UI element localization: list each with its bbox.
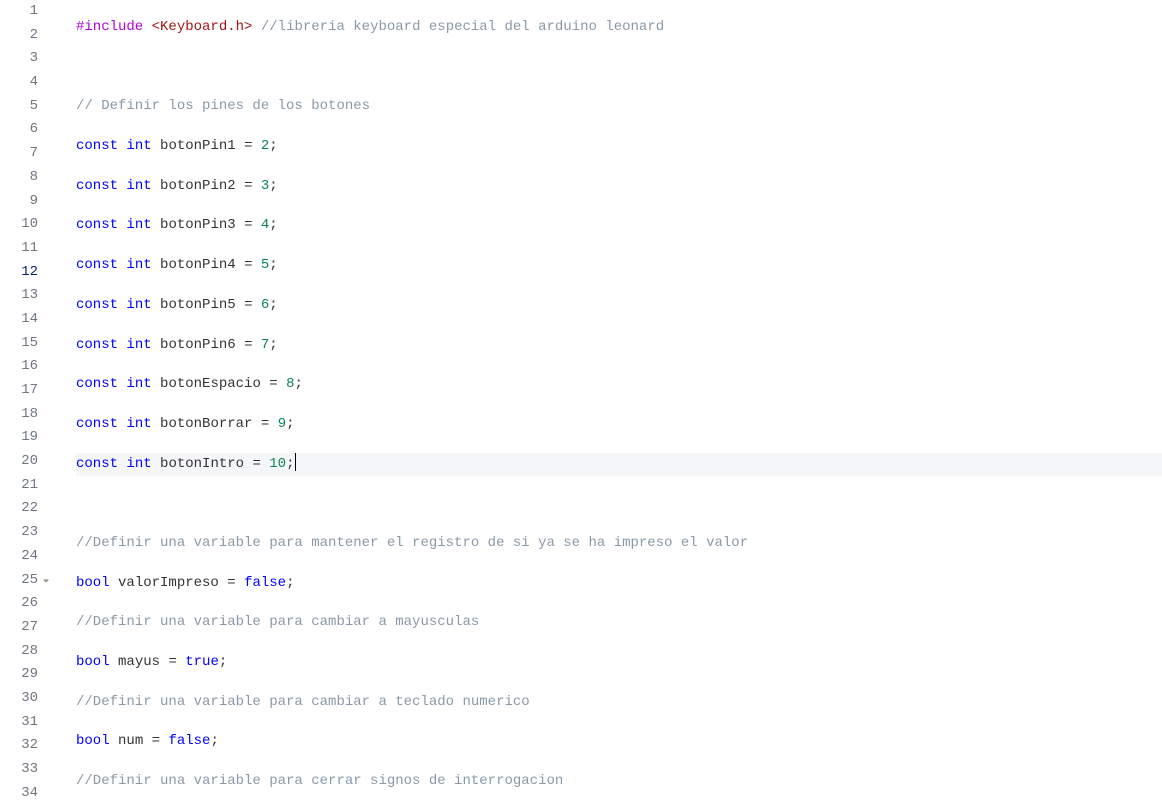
code-line[interactable] — [76, 56, 1162, 80]
preprocessor: #include — [76, 19, 143, 35]
code-line[interactable]: const int botonBorrar = 9; — [76, 413, 1162, 437]
line-number[interactable]: 17 — [0, 379, 38, 403]
line-number[interactable]: 16 — [0, 355, 38, 379]
line-number[interactable]: 10 — [0, 213, 38, 237]
line-number[interactable]: 14 — [0, 308, 38, 332]
chevron-down-icon[interactable] — [40, 573, 52, 585]
line-number-current[interactable]: 12 — [0, 261, 38, 285]
include-path: <Keyboard.h> — [152, 19, 253, 35]
code-line[interactable] — [76, 492, 1162, 516]
line-number[interactable]: 34 — [0, 782, 38, 806]
keyword: const — [76, 138, 118, 154]
line-number[interactable]: 21 — [0, 474, 38, 498]
code-line[interactable]: const int botonPin2 = 3; — [76, 175, 1162, 199]
code-line[interactable]: const int botonEspacio = 8; — [76, 373, 1162, 397]
line-number[interactable]: 32 — [0, 734, 38, 758]
line-number[interactable]: 28 — [0, 640, 38, 664]
line-number[interactable]: 25 — [0, 569, 38, 593]
line-number[interactable]: 6 — [0, 118, 38, 142]
comment: //Definir una variable para cambiar a ma… — [76, 614, 479, 630]
line-number[interactable]: 18 — [0, 403, 38, 427]
line-number[interactable]: 7 — [0, 142, 38, 166]
text-cursor — [295, 453, 296, 471]
code-editor[interactable]: #include <Keyboard.h> //libreria keyboar… — [58, 0, 1162, 806]
identifier: botonPin1 — [160, 138, 236, 154]
line-number[interactable]: 19 — [0, 426, 38, 450]
line-number[interactable]: 3 — [0, 47, 38, 71]
comment: //Definir una variable para cambiar a te… — [76, 694, 530, 710]
code-line[interactable]: const int botonPin4 = 5; — [76, 254, 1162, 278]
line-number[interactable]: 13 — [0, 284, 38, 308]
line-number[interactable]: 24 — [0, 545, 38, 569]
line-number[interactable]: 27 — [0, 616, 38, 640]
code-line[interactable]: bool num = false; — [76, 730, 1162, 754]
code-line[interactable]: const int botonPin1 = 2; — [76, 135, 1162, 159]
code-line[interactable]: //Definir una variable para mantener el … — [76, 532, 1162, 556]
line-number[interactable]: 15 — [0, 332, 38, 356]
code-line-current[interactable]: const int botonIntro = 10; — [76, 453, 1162, 477]
code-line[interactable]: const int botonPin3 = 4; — [76, 214, 1162, 238]
line-number[interactable]: 29 — [0, 663, 38, 687]
code-line[interactable]: //Definir una variable para cambiar a ma… — [76, 611, 1162, 635]
keyword: int — [126, 138, 151, 154]
line-number[interactable]: 11 — [0, 237, 38, 261]
line-number[interactable]: 1 — [0, 0, 38, 24]
code-line[interactable]: #include <Keyboard.h> //libreria keyboar… — [76, 16, 1162, 40]
line-number-gutter: 1 2 3 4 5 6 7 8 9 10 11 12 13 14 15 16 1… — [0, 0, 58, 806]
line-number[interactable]: 22 — [0, 497, 38, 521]
code-line[interactable]: //Definir una variable para cerrar signo… — [76, 770, 1162, 794]
line-number[interactable]: 31 — [0, 711, 38, 735]
code-line[interactable]: bool valorImpreso = false; — [76, 572, 1162, 596]
line-number[interactable]: 20 — [0, 450, 38, 474]
code-line[interactable]: //Definir una variable para cambiar a te… — [76, 691, 1162, 715]
code-line[interactable]: bool mayus = true; — [76, 651, 1162, 675]
line-number[interactable]: 8 — [0, 166, 38, 190]
line-number[interactable]: 2 — [0, 24, 38, 48]
line-number[interactable]: 5 — [0, 95, 38, 119]
line-number[interactable]: 30 — [0, 687, 38, 711]
code-line[interactable]: // Definir los pines de los botones — [76, 95, 1162, 119]
line-number[interactable]: 33 — [0, 758, 38, 782]
line-number[interactable]: 26 — [0, 592, 38, 616]
code-line[interactable]: const int botonPin6 = 7; — [76, 334, 1162, 358]
line-number[interactable]: 4 — [0, 71, 38, 95]
comment: // Definir los pines de los botones — [76, 98, 370, 114]
line-number[interactable]: 9 — [0, 190, 38, 214]
comment: //Definir una variable para cerrar signo… — [76, 773, 563, 789]
comment: //libreria keyboard especial del arduino… — [261, 19, 664, 35]
comment: //Definir una variable para mantener el … — [76, 535, 748, 551]
line-number[interactable]: 23 — [0, 521, 38, 545]
code-line[interactable]: const int botonPin5 = 6; — [76, 294, 1162, 318]
